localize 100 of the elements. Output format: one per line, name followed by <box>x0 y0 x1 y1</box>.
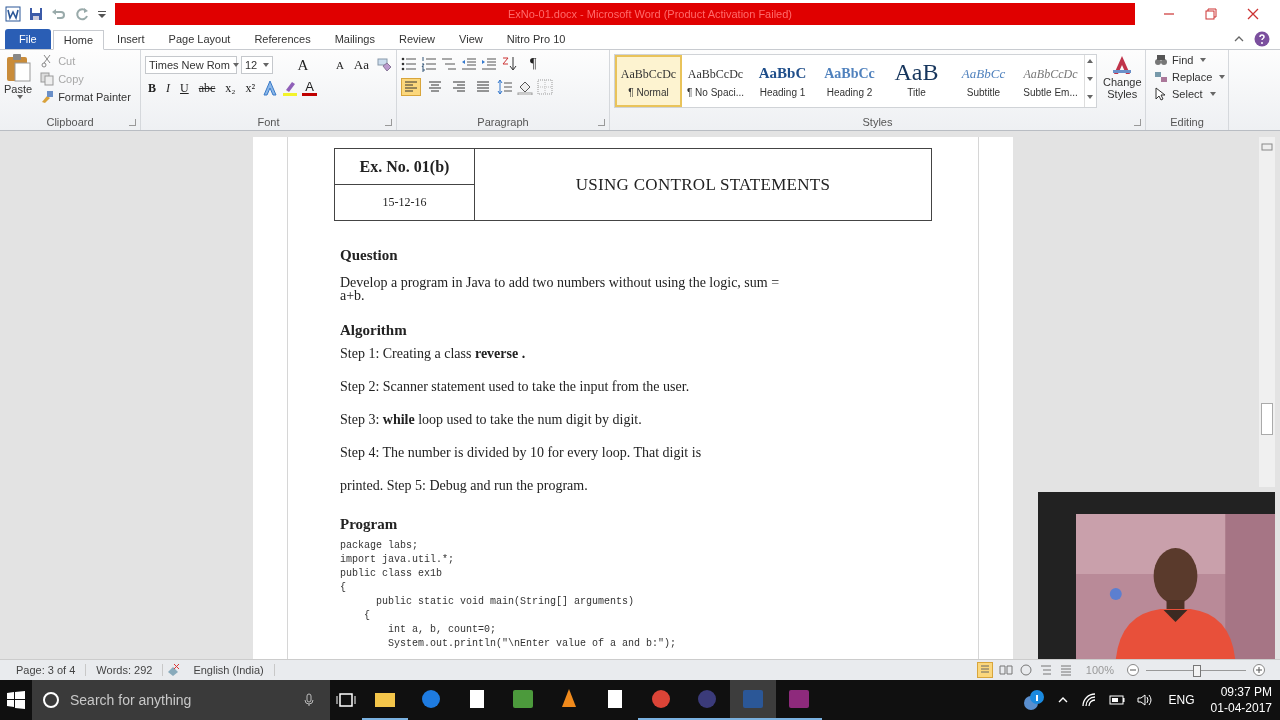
algorithm-step: Step 4: The number is divided by 10 for every loop. That digit is <box>340 444 702 477</box>
volume-icon[interactable] <box>1136 692 1153 708</box>
algorithm-step: Step 2: Scanner statement used to take the input from the user. <box>340 378 690 411</box>
ribbon-tab[interactable]: Insert <box>106 29 156 49</box>
format-button[interactable]: I <box>163 80 173 96</box>
ribbon-tab[interactable]: Review <box>388 29 447 49</box>
browser-icon <box>419 687 443 711</box>
gallery-scroll-arrows-icon[interactable] <box>1084 55 1096 107</box>
word-count[interactable]: Words: 292 <box>86 664 164 676</box>
zoom-out-icon[interactable] <box>1127 664 1139 676</box>
ribbon-tab[interactable]: References <box>243 29 322 49</box>
undo-icon[interactable] <box>51 6 67 22</box>
algorithm-step: Step 1: Creating a class reverse . <box>340 345 526 378</box>
task-view-icon[interactable] <box>336 690 356 710</box>
customize-icon[interactable] <box>97 9 107 19</box>
redo-icon[interactable] <box>74 6 90 22</box>
ruler-icon[interactable] <box>1261 141 1273 153</box>
change-case-button[interactable]: Aa <box>350 57 372 73</box>
format-button[interactable]: B <box>145 80 159 96</box>
caret-icon <box>232 63 239 67</box>
restore-icon[interactable] <box>1205 8 1217 20</box>
caret-icon <box>1219 75 1226 79</box>
dialog-launcher-icon[interactable] <box>385 119 392 126</box>
microphone-icon[interactable] <box>302 693 316 707</box>
save-icon[interactable] <box>28 6 44 22</box>
zoom-slider-thumb[interactable] <box>1193 664 1201 677</box>
style-item[interactable]: AaBbC Heading 1 <box>749 55 816 107</box>
increase-indent-icon[interactable] <box>481 56 497 72</box>
font-color-button[interactable]: A <box>302 80 317 96</box>
taskbar-search-field[interactable]: Search for anything <box>32 680 330 720</box>
change-styles-button[interactable]: Change Styles <box>1103 54 1142 114</box>
file-tab[interactable]: File <box>5 29 51 49</box>
print-layout-icon[interactable] <box>976 662 993 678</box>
ribbon-tab[interactable]: Home <box>52 30 105 50</box>
ribbon-tab[interactable]: Page Layout <box>157 29 242 49</box>
eraser-icon[interactable] <box>376 57 392 73</box>
algorithm-step: Step 3: while loop used to take the num digit by digit. <box>340 411 642 444</box>
page-count[interactable]: Page: 3 of 4 <box>6 664 87 676</box>
style-item[interactable]: AaBbCc Subtitle <box>950 55 1017 107</box>
cursor-icon <box>1154 87 1168 101</box>
exercise-number: Ex. No. 01(b) <box>335 149 474 185</box>
font-size-field[interactable]: 12 <box>241 56 273 74</box>
group-label: Font <box>257 116 280 128</box>
bullets-icon[interactable] <box>401 56 417 72</box>
group-label: Paragraph <box>477 116 529 128</box>
zoom-in-icon[interactable] <box>1253 664 1265 676</box>
group-label: Styles <box>862 116 893 128</box>
format-button[interactable]: U <box>177 80 192 96</box>
editing-button[interactable]: Select <box>1154 87 1224 101</box>
show-marks-button[interactable]: ¶ <box>527 56 540 72</box>
section-heading: Program <box>340 516 398 533</box>
editing-button[interactable]: Replace <box>1154 70 1224 84</box>
sort-icon[interactable] <box>501 56 517 72</box>
style-item[interactable]: AaBbCcDc ¶ Normal <box>615 55 682 107</box>
web-layout-icon[interactable] <box>1018 663 1033 677</box>
caret-icon <box>1200 58 1207 62</box>
grow-font-button[interactable]: A <box>277 56 329 74</box>
line-spacing-icon[interactable] <box>497 79 513 95</box>
document-title: USING CONTROL STATEMENTS <box>575 174 831 195</box>
text-effects-icon[interactable] <box>262 80 279 96</box>
info-notification-icon[interactable] <box>1022 689 1045 711</box>
shrink-font-button[interactable]: A <box>332 59 347 71</box>
input-language[interactable]: ENG <box>1168 693 1195 707</box>
proofing-icon[interactable] <box>166 663 181 677</box>
align-button[interactable] <box>401 78 421 96</box>
editing-button[interactable]: Find <box>1154 53 1224 67</box>
paste-button[interactable]: Paste <box>4 53 33 114</box>
dialog-launcher-icon[interactable] <box>129 119 136 126</box>
font-family-field[interactable]: Times New Rom <box>145 56 237 74</box>
clipboard-button[interactable]: Format Painter <box>38 89 133 105</box>
vertical-scrollbar[interactable] <box>1259 137 1275 487</box>
ribbon-tab[interactable]: View <box>448 29 494 49</box>
code-line: int a, b, count=0; <box>387 623 497 637</box>
style-item[interactable]: AaBbCcDc ¶ No Spaci... <box>682 55 749 107</box>
format-button[interactable]: x² <box>242 80 259 96</box>
ribbon-tab[interactable]: Nitro Pro 10 <box>495 29 577 49</box>
battery-icon[interactable] <box>1108 692 1125 708</box>
highlighter-icon[interactable] <box>282 80 299 96</box>
format-button[interactable]: abc <box>195 80 219 96</box>
style-item[interactable]: AaBbCcDc Subtle Em... <box>1017 55 1084 107</box>
dialog-launcher-icon[interactable] <box>1134 119 1141 126</box>
code-line: public static void main(String[] arguments) <box>375 595 635 609</box>
language-indicator[interactable]: English (India) <box>183 664 275 676</box>
section-heading: Algorithm <box>340 322 407 339</box>
decrease-indent-icon[interactable] <box>461 56 477 72</box>
shading-icon[interactable] <box>517 79 533 95</box>
ribbon-tab[interactable]: Mailings <box>323 29 386 49</box>
start-icon[interactable] <box>6 690 26 710</box>
clock-time[interactable]: 09:37 PM <box>1220 684 1272 700</box>
scroll-thumb[interactable] <box>1261 403 1273 435</box>
style-item[interactable]: AaBbCc Heading 2 <box>816 55 883 107</box>
reading-view-icon[interactable] <box>998 663 1013 677</box>
dialog-launcher-icon[interactable] <box>598 119 605 126</box>
clock-date[interactable]: 01-04-2017 <box>1210 700 1272 716</box>
style-item[interactable]: AaB Title <box>883 55 950 107</box>
wifi-icon[interactable] <box>1080 692 1097 708</box>
close-icon[interactable] <box>1247 8 1259 20</box>
help-icon[interactable] <box>1254 30 1270 47</box>
multilevel-list-icon[interactable] <box>441 56 457 72</box>
format-button[interactable]: x₂ <box>222 80 239 96</box>
